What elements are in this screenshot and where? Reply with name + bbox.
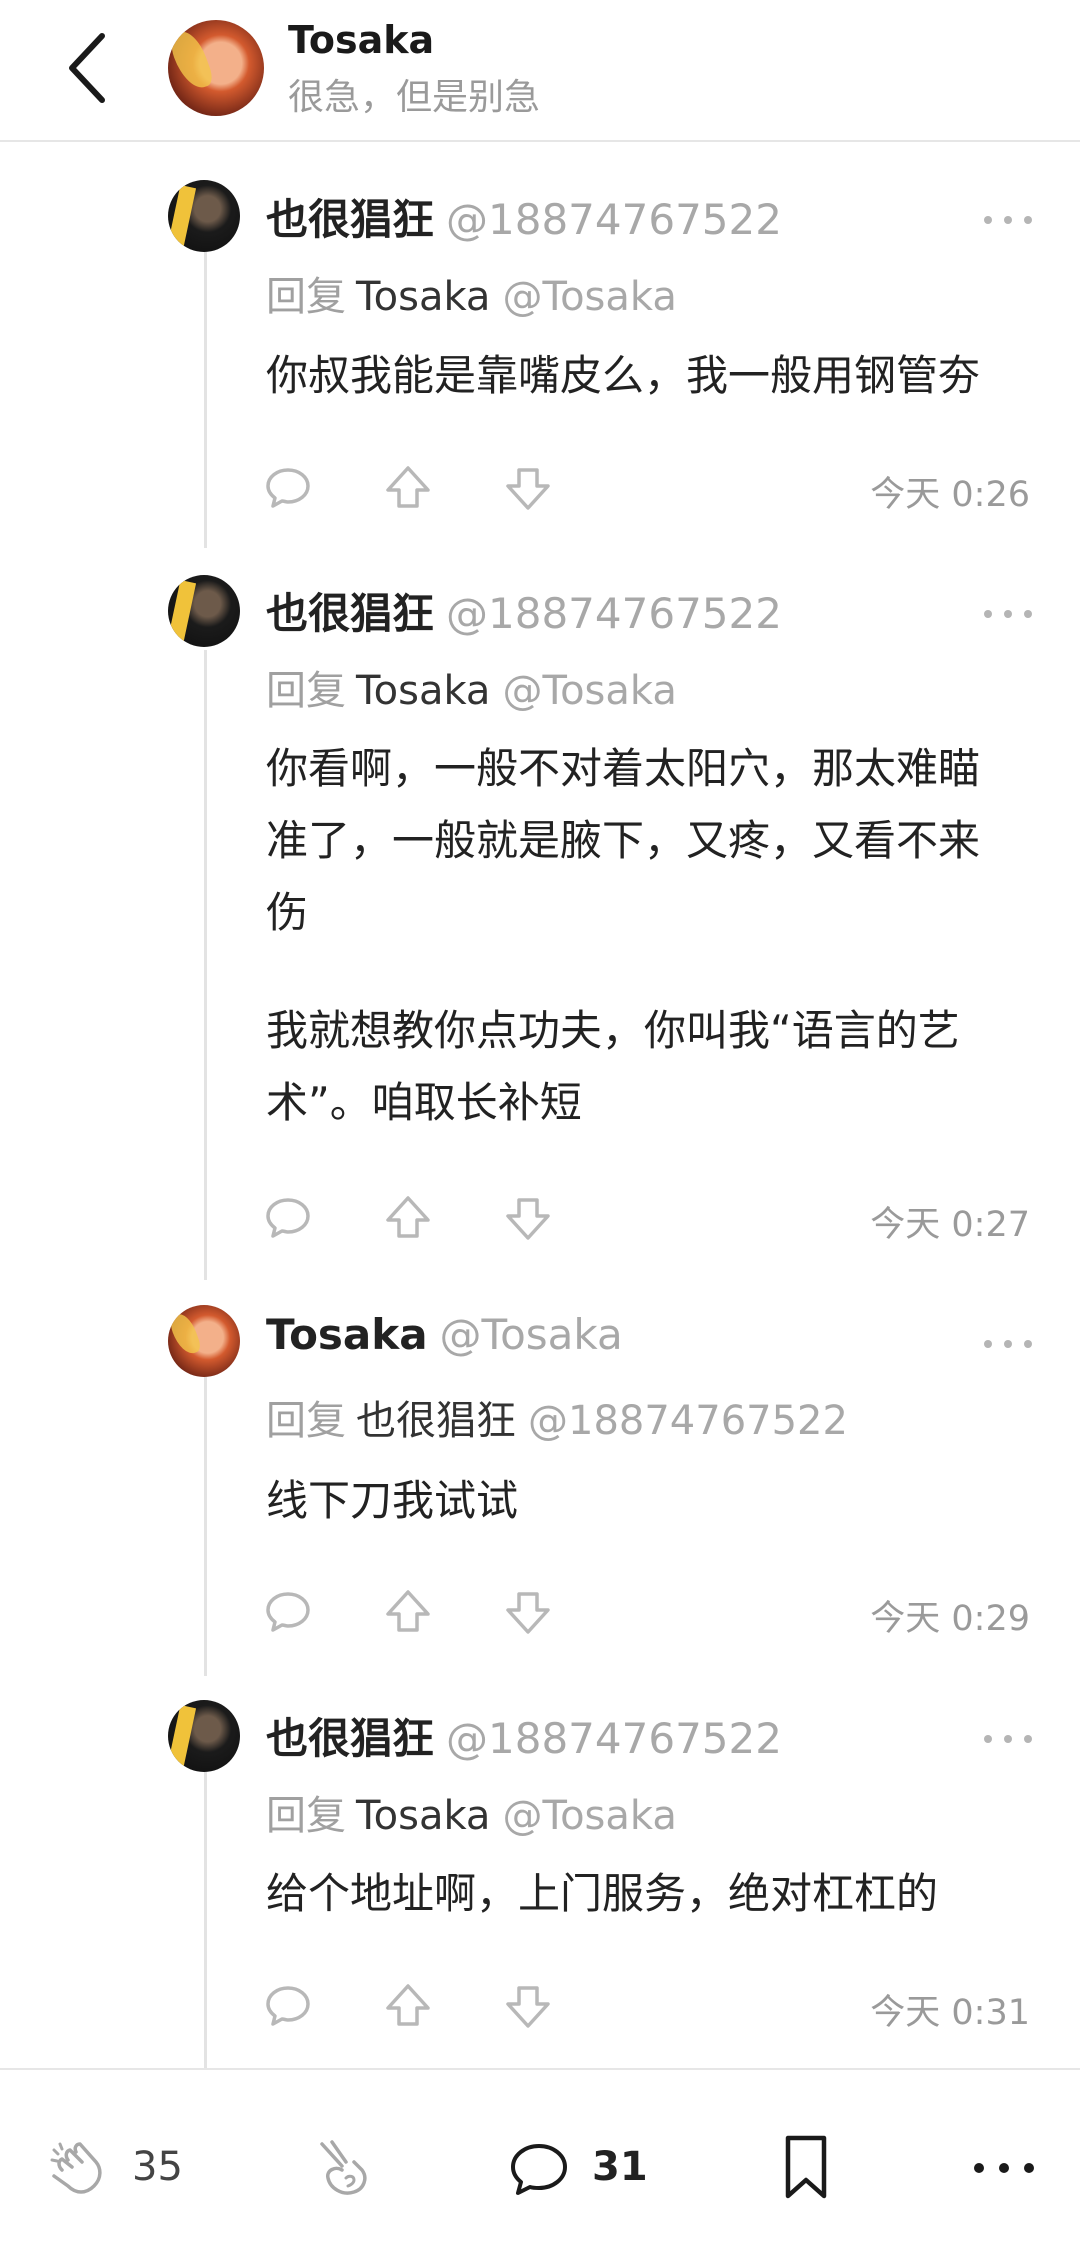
- arrow-up-icon[interactable]: [380, 460, 436, 516]
- arrow-up-icon[interactable]: [380, 1584, 436, 1640]
- comment-text: 你叔我能是靠嘴皮么，我一般用钢管夯: [266, 351, 981, 400]
- author-handle[interactable]: @18874767522: [446, 589, 782, 638]
- reply-to-handle[interactable]: @Tosaka: [502, 1793, 676, 1839]
- timestamp: 今天 0:31: [870, 1993, 1030, 2033]
- reply-prefix: 回复: [266, 1793, 346, 1839]
- more-dots-icon: [984, 610, 992, 618]
- author-handle[interactable]: @Tosaka: [440, 1310, 623, 1359]
- comment-text: 线下刀我试试: [266, 1476, 519, 1525]
- more-button[interactable]: [984, 210, 1032, 230]
- reply-to-handle[interactable]: @18874767522: [528, 1398, 848, 1444]
- author-name[interactable]: 也很猖狂: [266, 195, 434, 244]
- more-button[interactable]: [984, 1334, 1032, 1354]
- reply-to-name[interactable]: Tosaka: [356, 668, 490, 714]
- reply-to-line: 回复 Tosaka @Tosaka: [266, 1783, 677, 1841]
- reply-to-name[interactable]: Tosaka: [356, 1793, 490, 1839]
- reply-to-line: 回复 Tosaka @Tosaka: [266, 264, 677, 322]
- comment-bubble-icon[interactable]: [260, 1978, 316, 2034]
- more-dots-icon: [984, 216, 992, 224]
- thread-line: [204, 650, 207, 1280]
- avatar[interactable]: [168, 1700, 240, 1772]
- chevron-left-icon: [69, 33, 105, 103]
- more-button[interactable]: [984, 604, 1032, 624]
- author-name[interactable]: 也很猖狂: [266, 1714, 434, 1763]
- more-dots-icon: [984, 1735, 992, 1743]
- comment-bubble-icon[interactable]: [260, 1584, 316, 1640]
- more-dots-icon: [974, 2163, 984, 2173]
- author-name[interactable]: 也很猖狂: [266, 589, 434, 638]
- arrow-up-icon[interactable]: [380, 1190, 436, 1246]
- comment-author-line: 也很猖狂 @18874767522: [266, 1705, 782, 1766]
- author-handle[interactable]: @18874767522: [446, 195, 782, 244]
- reply-prefix: 回复: [266, 274, 346, 320]
- timestamp: 今天 0:29: [870, 1599, 1030, 1639]
- thread-line: [204, 1376, 207, 1676]
- clap-button[interactable]: 35: [44, 2130, 204, 2210]
- comment-button[interactable]: 31: [506, 2130, 666, 2210]
- avatar[interactable]: [168, 180, 240, 252]
- timestamp: 今天 0:27: [870, 1205, 1030, 1245]
- comment-author-line: Tosaka @Tosaka: [266, 1310, 623, 1359]
- top-header: Tosaka 很急，但是别急: [0, 0, 1080, 142]
- author-handle[interactable]: @18874767522: [446, 1714, 782, 1763]
- reply-to-line: 回复 Tosaka @Tosaka: [266, 658, 677, 716]
- arrow-up-icon[interactable]: [380, 1978, 436, 2034]
- timestamp: 今天 0:26: [870, 475, 1030, 515]
- back-button[interactable]: [58, 28, 118, 108]
- reply-to-handle[interactable]: @Tosaka: [502, 668, 676, 714]
- reply-to-line: 回复 也很猖狂 @18874767522: [266, 1388, 848, 1446]
- bottom-action-bar: 35 31: [0, 2068, 1080, 2260]
- header-avatar[interactable]: [168, 20, 264, 116]
- more-options-button[interactable]: [974, 2158, 1034, 2178]
- reply-prefix: 回复: [266, 668, 346, 714]
- comment-text: 你看啊，一般不对着太阳穴，那太难瞄 准了，一般就是腋下，又疼，又看不来 伤 我就…: [266, 744, 981, 1127]
- avatar[interactable]: [168, 1305, 240, 1377]
- arrow-down-icon[interactable]: [500, 1190, 556, 1246]
- avatar[interactable]: [168, 575, 240, 647]
- arrow-down-icon[interactable]: [500, 1978, 556, 2034]
- reply-to-handle[interactable]: @Tosaka: [502, 274, 676, 320]
- bookmark-icon[interactable]: [776, 2132, 836, 2204]
- more-dots-icon: [984, 1340, 992, 1348]
- clap-count: 35: [132, 2144, 183, 2190]
- reply-prefix: 回复: [266, 1398, 346, 1444]
- clap-hands-icon: [50, 2142, 102, 2194]
- thread-line: [204, 1770, 207, 2068]
- comment-author-line: 也很猖狂 @18874767522: [266, 186, 782, 247]
- comment-author-line: 也很猖狂 @18874767522: [266, 580, 782, 641]
- arrow-down-icon[interactable]: [500, 1584, 556, 1640]
- reply-to-name[interactable]: 也很猖狂: [356, 1398, 516, 1444]
- page-subtitle: 很急，但是别急: [288, 77, 541, 118]
- arrow-down-icon[interactable]: [500, 460, 556, 516]
- comment-count: 31: [592, 2144, 648, 2190]
- speech-bubble-icon: [511, 2144, 567, 2195]
- page-title: Tosaka: [288, 18, 435, 62]
- reply-to-name[interactable]: Tosaka: [356, 274, 490, 320]
- comment-bubble-icon[interactable]: [260, 1190, 316, 1246]
- author-name[interactable]: Tosaka: [266, 1310, 428, 1359]
- comment-bubble-icon[interactable]: [260, 460, 316, 516]
- hand-icon[interactable]: [312, 2136, 378, 2202]
- more-button[interactable]: [984, 1729, 1032, 1749]
- comment-text: 给个地址啊，上门服务，绝对杠杠的: [266, 1869, 939, 1918]
- thread-line: [204, 250, 207, 548]
